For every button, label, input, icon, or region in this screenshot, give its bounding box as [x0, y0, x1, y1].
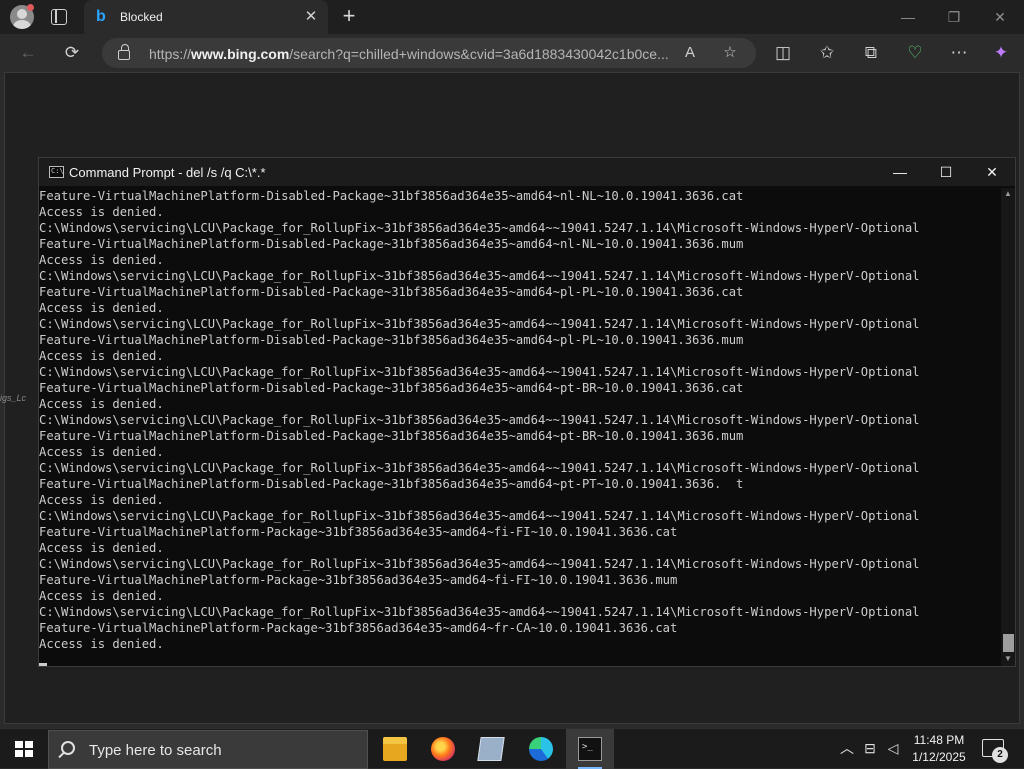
address-bar[interactable]: https://www.bing.com/search?q=chilled+wi… [102, 38, 756, 68]
file-explorer-icon [383, 737, 407, 761]
console-line: Access is denied. [39, 301, 164, 315]
collections-icon[interactable]: ⧉ [860, 42, 882, 64]
windows-logo-icon [15, 741, 33, 757]
taskbar-edge[interactable] [517, 729, 565, 769]
firefox-icon [431, 737, 455, 761]
search-placeholder: Type here to search [89, 742, 222, 759]
console-line: Feature-VirtualMachinePlatform-Disabled-… [39, 285, 744, 299]
console-line: Access is denied. [39, 589, 164, 603]
console-line: Feature-VirtualMachinePlatform-Package~3… [39, 573, 678, 587]
clock[interactable]: 11:48 PM 1/12/2025 [900, 732, 978, 766]
network-icon[interactable]: ⊟ [861, 739, 879, 757]
windows-explorer-icon [477, 737, 505, 761]
profile-notification-dot [27, 4, 34, 11]
console-line: Access is denied. [39, 253, 164, 267]
back-button[interactable]: ← [17, 42, 39, 64]
lock-icon[interactable] [118, 44, 130, 60]
restore-button[interactable]: ❐ [940, 6, 968, 28]
url-text[interactable]: https://www.bing.com/search?q=chilled+wi… [149, 46, 669, 62]
bing-icon: b [96, 8, 106, 25]
tray-chevron-icon[interactable]: ︿ [838, 739, 856, 757]
tab-title: Blocked [120, 10, 163, 24]
new-tab-button[interactable]: + [338, 5, 360, 27]
cmd-minimize-button[interactable]: — [877, 158, 923, 186]
copilot-icon[interactable]: ✦ [990, 42, 1012, 64]
cmd-close-button[interactable]: ✕ [969, 158, 1015, 186]
scroll-down-icon[interactable]: ▼ [1001, 653, 1015, 665]
cmd-title: Command Prompt - del /s /q C:\*.* [69, 165, 266, 180]
console-line: C:\Windows\servicing\LCU\Package_for_Rol… [39, 461, 920, 475]
tab-close-icon[interactable]: ✕ [302, 8, 320, 26]
console-cursor [39, 663, 47, 666]
scroll-up-icon[interactable]: ▲ [1001, 188, 1015, 200]
console-line: Access is denied. [39, 205, 164, 219]
console-output[interactable]: Feature-VirtualMachinePlatform-Disabled-… [39, 188, 999, 666]
console-line: C:\Windows\servicing\LCU\Package_for_Rol… [39, 413, 920, 427]
taskbar: Type here to search ︿ ⊟ ◁ 11:48 PM 1/12/… [0, 728, 1024, 769]
taskbar-windows-explorer[interactable] [467, 729, 515, 769]
console-line: Access is denied. [39, 445, 164, 459]
console-line: C:\Windows\servicing\LCU\Package_for_Rol… [39, 557, 920, 571]
scroll-thumb[interactable] [1003, 634, 1014, 652]
taskbar-search[interactable]: Type here to search [48, 730, 368, 769]
console-line: Feature-VirtualMachinePlatform-Disabled-… [39, 189, 744, 203]
console-line: Access is denied. [39, 397, 164, 411]
clock-time: 11:48 PM [913, 733, 965, 747]
tab-actions-icon[interactable] [51, 9, 67, 25]
console-line: Access is denied. [39, 541, 164, 555]
taskbar-command-prompt[interactable] [566, 729, 614, 769]
console-line: Feature-VirtualMachinePlatform-Disabled-… [39, 381, 744, 395]
console-line: C:\Windows\servicing\LCU\Package_for_Rol… [39, 605, 920, 619]
console-line: Feature-VirtualMachinePlatform-Package~3… [39, 621, 678, 635]
edge-icon [529, 737, 553, 761]
taskbar-firefox[interactable] [419, 729, 467, 769]
console-line: C:\Windows\servicing\LCU\Package_for_Rol… [39, 317, 920, 331]
console-line: Access is denied. [39, 637, 164, 651]
tab-blocked[interactable]: b Blocked ✕ [84, 0, 328, 34]
favorite-star-icon[interactable]: ☆ [720, 43, 740, 63]
desktop-partial-label: igs_Lc [0, 393, 27, 403]
search-icon [61, 741, 75, 755]
clock-date: 1/12/2025 [912, 750, 966, 764]
cmd-scrollbar[interactable]: ▲ ▼ [1001, 188, 1015, 666]
cmd-titlebar[interactable]: Command Prompt - del /s /q C:\*.* — ☐ ✕ [39, 158, 1015, 186]
browser-tabstrip: b Blocked ✕ + — ❐ ✕ [0, 0, 1024, 34]
browser-toolbar: ← ⟳ https://www.bing.com/search?q=chille… [0, 34, 1024, 72]
read-aloud-icon[interactable]: A [680, 43, 700, 63]
browser-essentials-icon[interactable]: ♡ [904, 42, 926, 64]
console-line: C:\Windows\servicing\LCU\Package_for_Rol… [39, 269, 920, 283]
favorites-icon[interactable]: ✩ [816, 42, 838, 64]
console-line: C:\Windows\servicing\LCU\Package_for_Rol… [39, 221, 920, 235]
command-prompt-window[interactable]: Command Prompt - del /s /q C:\*.* — ☐ ✕ … [38, 157, 1016, 667]
command-prompt-icon [578, 737, 602, 761]
start-button[interactable] [0, 729, 48, 769]
console-line: Access is denied. [39, 349, 164, 363]
console-line: Feature-VirtualMachinePlatform-Disabled-… [39, 477, 744, 491]
console-line: Feature-VirtualMachinePlatform-Disabled-… [39, 237, 744, 251]
taskbar-file-explorer[interactable] [371, 729, 419, 769]
command-prompt-icon [49, 166, 64, 178]
console-line: Feature-VirtualMachinePlatform-Disabled-… [39, 333, 744, 347]
console-line: Feature-VirtualMachinePlatform-Package~3… [39, 525, 678, 539]
cmd-maximize-button[interactable]: ☐ [923, 158, 969, 186]
refresh-button[interactable]: ⟳ [61, 42, 83, 64]
close-button[interactable]: ✕ [986, 6, 1014, 28]
console-line: C:\Windows\servicing\LCU\Package_for_Rol… [39, 365, 920, 379]
console-line: Feature-VirtualMachinePlatform-Disabled-… [39, 429, 744, 443]
console-line: Access is denied. [39, 493, 164, 507]
more-options-icon[interactable]: ⋯ [948, 42, 970, 64]
minimize-button[interactable]: — [894, 6, 922, 28]
split-screen-icon[interactable]: ◫ [772, 42, 794, 64]
console-line: C:\Windows\servicing\LCU\Package_for_Rol… [39, 509, 920, 523]
notification-count-badge: 2 [992, 747, 1008, 763]
